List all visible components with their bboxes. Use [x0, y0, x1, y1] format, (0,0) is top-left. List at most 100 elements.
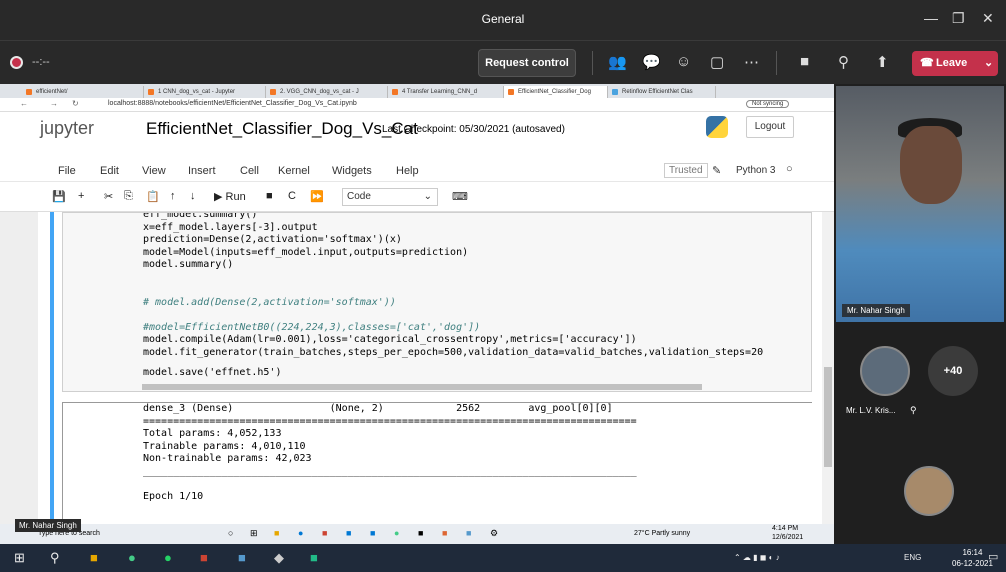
menu-file[interactable]: File: [58, 165, 76, 177]
notebook-title[interactable]: EfficientNet_Classifier_Dog_Vs_Cat: [146, 119, 418, 139]
video-name: Mr. Nahar Singh: [842, 304, 910, 317]
browser-tab-active[interactable]: EfficientNet_Classifier_Dog: [504, 86, 608, 98]
camera-off-icon[interactable]: ■: [800, 53, 809, 70]
url-text[interactable]: localhost:8888/notebooks/efficientNet/Ef…: [108, 100, 357, 107]
cell-type-select[interactable]: Code ⌄: [342, 188, 438, 206]
weather-text: 27°C Partly sunny: [634, 530, 691, 537]
jupyter-logo[interactable]: jupyter: [40, 118, 94, 139]
menu-view[interactable]: View: [142, 165, 166, 177]
request-control-button[interactable]: Request control: [478, 49, 576, 77]
chrome-icon[interactable]: ●: [128, 550, 136, 565]
app-icon[interactable]: ■: [200, 550, 208, 565]
horizontal-scrollbar[interactable]: [142, 384, 702, 390]
app-icon[interactable]: ■: [322, 528, 327, 538]
menu-kernel[interactable]: Kernel: [278, 165, 310, 177]
code-cell[interactable]: eff_model.summary() x=eff_model.layers[-…: [62, 212, 812, 392]
leave-button[interactable]: ☎ Leave ⌄: [912, 51, 998, 76]
edge-icon[interactable]: ●: [298, 528, 303, 538]
mic-off-icon[interactable]: ⚲: [838, 53, 849, 71]
browser-tab[interactable]: 4 Transfer Learning_CNN_d: [388, 86, 504, 98]
inner-date: 12/6/2021: [772, 534, 804, 541]
tray-icons[interactable]: ⌃ ☁ ▮ ◼ ◐ ♪: [734, 553, 780, 562]
windows-start-icon[interactable]: ⊞: [14, 550, 25, 566]
fast-forward-icon[interactable]: ⏩: [310, 190, 324, 203]
move-up-icon[interactable]: ↑: [170, 190, 176, 202]
menu-help[interactable]: Help: [396, 165, 419, 177]
app-icon[interactable]: ○: [228, 528, 233, 538]
clock[interactable]: 16:14 06-12-2021: [952, 547, 993, 569]
code-line: eff_model.summary(): [143, 212, 258, 220]
output-line: Epoch 1/10: [143, 491, 204, 503]
browser-tab[interactable]: 2. VGG_CNN_dog_vs_cat - J: [266, 86, 388, 98]
menu-edit[interactable]: Edit: [100, 165, 119, 177]
minimize-icon[interactable]: —: [924, 10, 938, 26]
sync-button[interactable]: Not syncing: [746, 100, 790, 108]
teams-icon[interactable]: ■: [238, 550, 246, 565]
forward-icon[interactable]: →: [50, 99, 58, 108]
maximize-icon[interactable]: ❐: [952, 10, 965, 27]
chrome-icon[interactable]: ●: [394, 528, 399, 538]
more-icon[interactable]: ⋯: [744, 53, 759, 71]
rooms-icon[interactable]: ▢: [710, 53, 724, 71]
move-down-icon[interactable]: ↓: [190, 190, 196, 202]
reload-icon[interactable]: ↻: [72, 99, 79, 108]
paste-icon[interactable]: 📋: [146, 190, 160, 203]
app-icon[interactable]: ■: [310, 550, 318, 565]
folder-icon[interactable]: ■: [274, 528, 279, 538]
notification-icon[interactable]: ▭: [988, 550, 998, 563]
chevron-down-icon[interactable]: ⌄: [984, 51, 993, 76]
settings-icon[interactable]: ⚙: [490, 528, 498, 539]
presenter-name-tag: Mr. Nahar Singh: [15, 519, 81, 532]
whatsapp-icon[interactable]: ●: [164, 550, 172, 565]
meeting-timer: --:--: [32, 56, 50, 68]
address-bar[interactable]: ← → ↻ localhost:8888/notebooks/efficient…: [0, 98, 834, 112]
add-cell-icon[interactable]: +: [78, 190, 84, 202]
people-icon[interactable]: 👥: [608, 53, 627, 71]
notebook-area: eff_model.summary() x=eff_model.layers[-…: [0, 212, 830, 544]
vertical-scrollbar[interactable]: [822, 212, 834, 544]
reactions-icon[interactable]: ☺: [676, 53, 691, 70]
back-icon[interactable]: ←: [20, 99, 28, 108]
browser-tab[interactable]: efficientNet/: [22, 86, 144, 98]
avatar[interactable]: [904, 466, 954, 516]
jupyter-header: jupyter EfficientNet_Classifier_Dog_Vs_C…: [0, 112, 834, 142]
stop-icon[interactable]: ■: [266, 190, 273, 202]
presenter-video[interactable]: Mr. Nahar Singh: [836, 86, 1004, 322]
app-icon[interactable]: ■: [370, 528, 375, 538]
edit-icon[interactable]: ✎: [712, 164, 721, 177]
app-icon[interactable]: ◆: [274, 550, 284, 566]
restart-icon[interactable]: C: [288, 190, 296, 202]
search-icon[interactable]: ⚲: [50, 550, 60, 566]
app-icon[interactable]: ■: [442, 528, 447, 538]
app-icon[interactable]: ■: [346, 528, 351, 538]
scroll-thumb[interactable]: [824, 367, 832, 467]
folder-icon[interactable]: ■: [90, 550, 98, 565]
save-icon[interactable]: 💾: [52, 190, 66, 203]
avatar[interactable]: [860, 346, 910, 396]
copy-icon[interactable]: ⎘: [124, 190, 133, 203]
menu-insert[interactable]: Insert: [188, 165, 216, 177]
share-icon[interactable]: ⬆: [876, 53, 889, 71]
app-icon[interactable]: ■: [466, 528, 471, 538]
meeting-toolbar: --:-- Request control 👥 💬 ☺ ▢ ⋯ ■ ⚲ ⬆ ☎ …: [0, 40, 1006, 84]
cut-icon[interactable]: ✂: [104, 190, 113, 203]
jupyter-menubar: File Edit View Insert Cell Kernel Widget…: [0, 160, 834, 182]
output-line: Non-trainable params: 42,023: [143, 453, 312, 465]
close-icon[interactable]: ✕: [982, 10, 994, 27]
browser-tab[interactable]: Retinflow EfficientNet Clas: [608, 86, 716, 98]
inner-time: 4:14 PM: [772, 525, 799, 532]
app-icon[interactable]: ⊞: [250, 528, 258, 539]
app-icon[interactable]: ■: [418, 528, 423, 538]
language-indicator[interactable]: ENG: [904, 553, 921, 562]
keyboard-icon[interactable]: ⌨: [452, 190, 468, 203]
more-participants[interactable]: +40: [928, 346, 978, 396]
menu-widgets[interactable]: Widgets: [332, 165, 372, 177]
taskbar: ⊞ ⚲ ■ ● ● ■ ■ ◆ ■ ⌃ ☁ ▮ ◼ ◐ ♪ ENG 16:14 …: [0, 544, 1006, 572]
browser-tab[interactable]: 1 CNN_dog_vs_cat - Jupyter: [144, 86, 266, 98]
run-button[interactable]: ▶ Run: [214, 190, 246, 203]
logout-button[interactable]: Logout: [746, 116, 794, 138]
trusted-badge[interactable]: Trusted: [664, 163, 708, 178]
chat-icon[interactable]: 💬: [642, 53, 661, 71]
shared-taskbar: Type here to search ○ ⊞ ■ ● ■ ■ ■ ● ■ ■ …: [0, 524, 834, 544]
menu-cell[interactable]: Cell: [240, 165, 259, 177]
